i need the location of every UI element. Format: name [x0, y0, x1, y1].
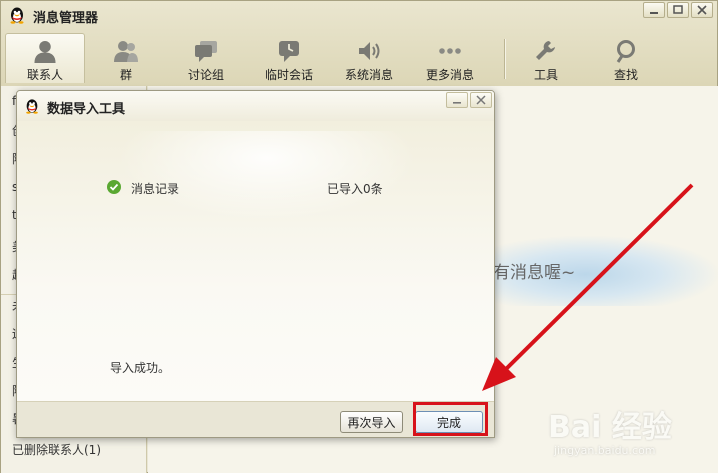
- check-icon: [107, 180, 121, 194]
- qq-penguin-icon: [26, 99, 38, 114]
- discussion-icon: [195, 41, 217, 62]
- tab-tools[interactable]: 工具: [506, 33, 586, 83]
- window-title: 消息管理器: [33, 11, 99, 26]
- titlebar: 消息管理器: [1, 1, 717, 29]
- wrench-icon: [536, 41, 555, 60]
- tab-label: 系统消息: [344, 68, 393, 82]
- minimize-button[interactable]: [643, 2, 665, 18]
- tab-temp-chat[interactable]: 临时会话: [249, 33, 329, 83]
- watermark-logo: Bai 经验: [548, 410, 672, 445]
- toolbar: 联系人 群 讨论组 临时会话 系统消息 更多消息 工具 查找: [1, 31, 717, 85]
- tab-label: 联系人: [26, 68, 63, 82]
- watermark-url: jingyan.baidu.com: [554, 444, 656, 457]
- maximize-icon: [673, 5, 683, 14]
- dialog-body: 消息记录 已导入0条 导入成功。: [17, 121, 494, 401]
- close-icon: [476, 95, 486, 105]
- window-controls: [643, 2, 713, 18]
- tab-discussion[interactable]: 讨论组: [166, 33, 246, 83]
- dialog-title: 数据导入工具: [47, 102, 126, 117]
- tab-label: 更多消息: [425, 68, 474, 82]
- tab-groups[interactable]: 群: [86, 33, 166, 83]
- dialog-titlebar: 数据导入工具: [17, 91, 494, 121]
- qq-penguin-icon: [10, 7, 24, 24]
- tab-search[interactable]: 查找: [586, 33, 666, 83]
- annotation-highlight-box: [413, 402, 488, 436]
- watermark: Bai 经验 jingyan.baidu.com: [548, 388, 713, 468]
- record-type-label: 消息记录: [131, 182, 180, 196]
- tab-more-messages[interactable]: 更多消息: [410, 33, 490, 83]
- record-import-status: 已导入0条: [327, 182, 383, 196]
- minimize-icon: [453, 102, 461, 104]
- close-button[interactable]: [691, 2, 713, 18]
- close-icon: [697, 5, 707, 15]
- tab-label: 讨论组: [187, 68, 224, 82]
- annotation-arrow-icon: [482, 183, 694, 391]
- tab-label: 群: [119, 68, 132, 82]
- import-success-text: 导入成功。: [110, 361, 171, 375]
- reimport-button[interactable]: 再次导入: [340, 411, 403, 433]
- moon-illustration: [117, 131, 417, 221]
- dialog-close-button[interactable]: [470, 92, 492, 108]
- maximize-button[interactable]: [667, 2, 689, 18]
- data-import-dialog: 数据导入工具 消息记录 已导入0条 导入成功。 再次导入 完成: [16, 90, 495, 438]
- dialog-minimize-button[interactable]: [446, 92, 468, 108]
- tab-label: 临时会话: [264, 68, 313, 82]
- group-icon: [114, 41, 138, 62]
- tab-label: 查找: [613, 68, 638, 82]
- tab-system-messages[interactable]: 系统消息: [329, 33, 409, 83]
- search-icon: [616, 40, 635, 63]
- toolbar-separator: [504, 39, 505, 79]
- deleted-contacts-item[interactable]: 已删除联系人(1): [12, 441, 101, 458]
- tab-contacts[interactable]: 联系人: [5, 33, 85, 83]
- minimize-icon: [650, 12, 658, 14]
- tab-label: 工具: [533, 68, 558, 82]
- person-icon: [34, 40, 56, 63]
- more-dots-icon: [439, 48, 461, 54]
- import-record-row: 消息记录 已导入0条: [107, 179, 427, 197]
- speaker-icon: [359, 42, 380, 60]
- dialog-controls: [446, 92, 492, 108]
- temp-chat-icon: [279, 41, 299, 62]
